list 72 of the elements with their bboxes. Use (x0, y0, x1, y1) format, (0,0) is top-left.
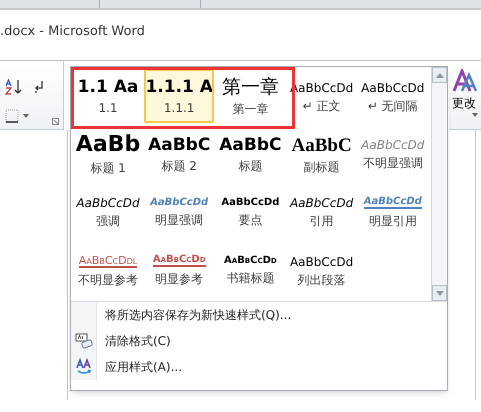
style-label: 标题 2 (161, 160, 197, 172)
style-item[interactable]: AaBbC 副标题 (286, 127, 357, 181)
style-sample: AaBbCcDd (290, 254, 354, 268)
style-sample: AaBbCcDd (361, 80, 424, 94)
style-item[interactable]: 1.1 Aa 1.1 (73, 69, 143, 123)
eraser-icon (74, 333, 92, 349)
style-label: ↵ 正文 (302, 100, 341, 112)
style-label: 强调 (96, 215, 120, 227)
style-item[interactable]: AaBb 标题 1 (73, 127, 143, 181)
styles-arrows-icon (74, 358, 92, 376)
style-sample: AaBb (76, 134, 140, 156)
scroll-down-button[interactable] (432, 285, 447, 301)
style-sample: AaBbCcDd (150, 198, 208, 208)
menu-item[interactable]: 将所选内容保存为新快速样式(Q)... (105, 306, 292, 324)
style-label: 明显强调 (155, 214, 204, 226)
arrow-up-icon (436, 72, 444, 78)
style-sample: AaBbCcDd (224, 256, 277, 266)
style-label: 书籍标题 (226, 272, 274, 284)
menu-item[interactable]: 应用样式(A)... (105, 358, 182, 376)
dialog-launcher-icon[interactable] (52, 118, 59, 125)
style-sample: AaBbCcDd (290, 197, 354, 209)
style-sample: AaBbCcDd (152, 255, 206, 267)
style-label: 标题 1 (90, 162, 126, 174)
style-label: 第一章 (232, 102, 268, 114)
style-item[interactable]: AaBbCcDd 书籍标题 (215, 243, 286, 297)
style-sample: AaBbC (292, 136, 352, 154)
style-item[interactable]: AaBbCcDdl 不明显参考 (73, 243, 143, 297)
arrow-down-icon (436, 290, 444, 296)
style-sample: 第一章 (222, 78, 279, 96)
borders-icon[interactable] (5, 109, 19, 123)
style-item[interactable]: AaBbCcDd 要点 (215, 185, 286, 239)
style-label: 列出段落 (298, 274, 346, 286)
style-item[interactable]: AaBbCcDd 强调 (73, 185, 143, 239)
style-sample: AaBbCcDd (361, 139, 424, 151)
style-label: 明显引用 (368, 215, 417, 227)
change-styles-label: 更改 (452, 97, 476, 109)
sort-icon[interactable] (5, 79, 23, 95)
style-label: 标题 (238, 160, 262, 172)
style-sample: AaBbCcDd (364, 197, 422, 209)
scrollbar[interactable] (431, 67, 447, 301)
window-title: .docx - Microsoft Word (0, 23, 145, 41)
style-sample: 1.1 Aa (78, 78, 138, 96)
style-sample: AaBbC (219, 136, 282, 154)
caret-icon[interactable] (23, 114, 29, 118)
style-item[interactable]: AaBbCcDd 不明显强调 (358, 127, 428, 181)
style-item[interactable]: AaBbC 标题 (215, 127, 286, 181)
style-item[interactable]: AaBbCcDd 明显强调 (144, 185, 214, 239)
style-item[interactable]: AaBbCcDd ↵ 无间隔 (358, 69, 428, 123)
style-label: 不明显参考 (78, 274, 138, 286)
style-sample: AaBbCcDdl (78, 254, 138, 268)
style-label: 明显参考 (155, 273, 204, 285)
style-item[interactable]: 第一章 第一章 (215, 69, 286, 123)
style-label: 不明显强调 (362, 157, 423, 169)
style-sample: AaBbCcDd (76, 197, 140, 209)
style-sample: AaBbCcDd (221, 198, 280, 208)
style-item[interactable]: AaBbCcDd 列出段落 (286, 243, 357, 297)
style-item[interactable]: AaBbCcDd 明显参考 (144, 243, 214, 297)
paragraph-mark-icon[interactable] (33, 80, 45, 94)
style-label: 1.1 (98, 102, 118, 114)
style-sample: AaBbC (148, 136, 210, 154)
style-item[interactable]: AaBbCcDd 引用 (286, 185, 357, 239)
style-label: 引用 (310, 215, 334, 227)
letters-icon (452, 69, 480, 93)
menu-item[interactable]: 清除格式(C) (105, 332, 171, 350)
style-label: 1.1.1 (164, 102, 194, 114)
style-item[interactable]: AaBbCcDd 明显引用 (358, 185, 428, 239)
style-label: ↵ 无间隔 (368, 100, 418, 112)
style-label: 要点 (238, 214, 262, 226)
scroll-up-button[interactable] (432, 67, 447, 83)
caret-icon (472, 113, 478, 117)
style-label: 副标题 (304, 160, 340, 172)
style-item[interactable]: AaBbC 标题 2 (144, 127, 214, 181)
